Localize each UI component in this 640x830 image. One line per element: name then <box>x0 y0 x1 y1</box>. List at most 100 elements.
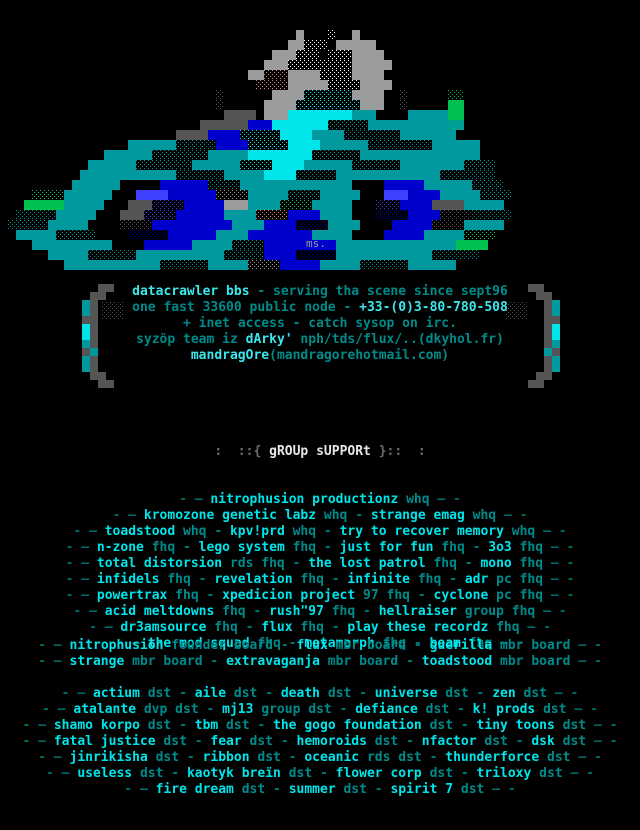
entry-separator: - <box>265 782 289 797</box>
bbs-text-run: dArky' <box>245 332 293 347</box>
bbs-text-run: datacrawler bbs <box>132 284 250 299</box>
group-name: thunderforce <box>445 750 540 765</box>
group-tag: fhq <box>425 556 457 571</box>
entry-separator: - <box>323 572 348 587</box>
group-tag: dst <box>539 750 571 765</box>
line-edge-right: — - <box>543 572 575 587</box>
entry-separator: - <box>206 524 230 539</box>
group-name: kaotyk breïn <box>186 766 281 781</box>
group-name: summer <box>288 782 336 797</box>
line-edge-left: - — <box>73 524 105 539</box>
group-name: infidels <box>96 572 160 587</box>
distro-row: - — jinrikisha dst - ribbon dst - oceani… <box>0 750 640 766</box>
line-edge-right: — - <box>566 702 598 717</box>
group-tag: dvp dst <box>136 702 199 717</box>
group-tag: dst <box>531 766 563 781</box>
entry-separator: - <box>249 718 274 733</box>
distro-row: - — fire dream dst - summer dst - spirit… <box>0 782 640 798</box>
entry-separator: - <box>198 702 223 717</box>
group-name: oceanic <box>304 750 360 765</box>
group-tag: dst <box>335 782 367 797</box>
group-name: toadstood <box>104 524 176 539</box>
board-row: - — nitrophusion founder board - flux mb… <box>0 638 640 654</box>
bbs-text-run: - <box>249 284 274 299</box>
group-tag: rds dst <box>359 750 422 765</box>
line-edge-left: - — <box>65 588 97 603</box>
group-tag: dst <box>421 718 454 733</box>
line-edge-right: — - <box>543 588 575 603</box>
group-name: total distorsion <box>96 556 223 571</box>
entry-separator: - <box>406 638 430 653</box>
group-name: try to recover memory <box>339 524 504 539</box>
group-name: triloxy <box>476 766 532 781</box>
group-tag: mbr board <box>492 638 571 653</box>
group-tag: fhq <box>433 540 465 555</box>
entry-separator: - <box>464 540 489 555</box>
group-name: universe <box>374 686 438 701</box>
line-edge-left: - — <box>65 540 97 555</box>
entry-separator: - <box>280 750 305 765</box>
entry-separator: - <box>453 718 477 733</box>
artist-signature: ms. <box>306 237 326 250</box>
group-name: strange emag <box>370 508 465 523</box>
bbs-text-run: + inet access - catch sysop on irc. <box>183 316 457 331</box>
bbs-text-run: syzöp team iz <box>136 332 246 347</box>
line-edge-left: - — <box>65 556 97 571</box>
group-name: useless <box>77 766 133 781</box>
support-header-run: }:: : <box>370 444 426 459</box>
group-tag: dst <box>366 734 399 749</box>
group-tag: dst <box>515 686 548 701</box>
entry-separator: - <box>163 766 187 781</box>
line-edge-left: - — <box>124 782 156 797</box>
group-tag: dst <box>437 686 469 701</box>
support-row: - — toadstood whq - kpv!prd whq - try to… <box>0 524 640 540</box>
group-name: the gogo foundation <box>273 718 422 733</box>
group-name: flower corp <box>335 766 422 781</box>
bbs-info-block: datacrawler bbs - serving tha scene sinc… <box>0 284 640 388</box>
entry-separator: - <box>421 750 446 765</box>
bbs-text-run: nph/tds/flux/..(dkyhol.fr) <box>292 332 504 347</box>
line-edge-left: - — <box>179 492 211 507</box>
support-row: - — nitrophusion productionz whq — - <box>0 492 640 508</box>
distro-row: - — shamo korpo dst - tbm dst - the gogo… <box>0 718 640 734</box>
entry-separator: - <box>257 686 281 701</box>
entry-separator: - <box>366 782 391 797</box>
support-row: - — infidels fhq - revelation fhq - infi… <box>0 572 640 588</box>
group-tag: fhq <box>143 540 176 555</box>
entry-separator: - <box>179 750 203 765</box>
ansi-logo-canvas <box>0 0 640 270</box>
entry-separator: - <box>316 540 340 555</box>
entry-separator: - <box>198 588 223 603</box>
group-name: cyclone <box>433 588 489 603</box>
group-tag: dst <box>249 750 281 765</box>
entry-separator: - <box>273 734 297 749</box>
entry-separator: - <box>398 734 422 749</box>
group-name: flux <box>296 638 328 653</box>
group-tag: dst <box>139 686 172 701</box>
line-edge-left: - — <box>38 638 70 653</box>
entry-separator: - <box>171 686 195 701</box>
group-name: nitrophusion productionz <box>210 492 399 507</box>
group-tag: dst <box>453 782 485 797</box>
entry-separator: - <box>312 766 336 781</box>
distro-row: - — atalante dvp dst - mj13 group dst - … <box>0 702 640 718</box>
group-tag: fhq <box>292 572 324 587</box>
group-tag: whq <box>398 492 430 507</box>
group-name: spirit 7 <box>390 782 454 797</box>
entry-separator: - <box>449 702 473 717</box>
entry-separator: - <box>331 702 356 717</box>
group-tag: dst <box>218 718 250 733</box>
group-tag: whq <box>503 524 536 539</box>
entry-separator: - <box>186 734 211 749</box>
group-name: the lost patrol <box>308 556 426 571</box>
group-name: k! prods <box>472 702 536 717</box>
entry-separator: - <box>441 572 465 587</box>
ansi-logo-art: ms. <box>0 0 640 270</box>
group-tag: dst <box>421 766 454 781</box>
group-tag: dst <box>535 702 567 717</box>
line-edge-left: - — <box>65 572 97 587</box>
line-edge-right: — - <box>562 766 594 781</box>
entry-separator: - <box>456 556 481 571</box>
distro-sites-section: - — actium dst - aile dst - death dst - … <box>0 654 640 830</box>
support-row: - — kromozone genetic labz whq - strange… <box>0 508 640 524</box>
